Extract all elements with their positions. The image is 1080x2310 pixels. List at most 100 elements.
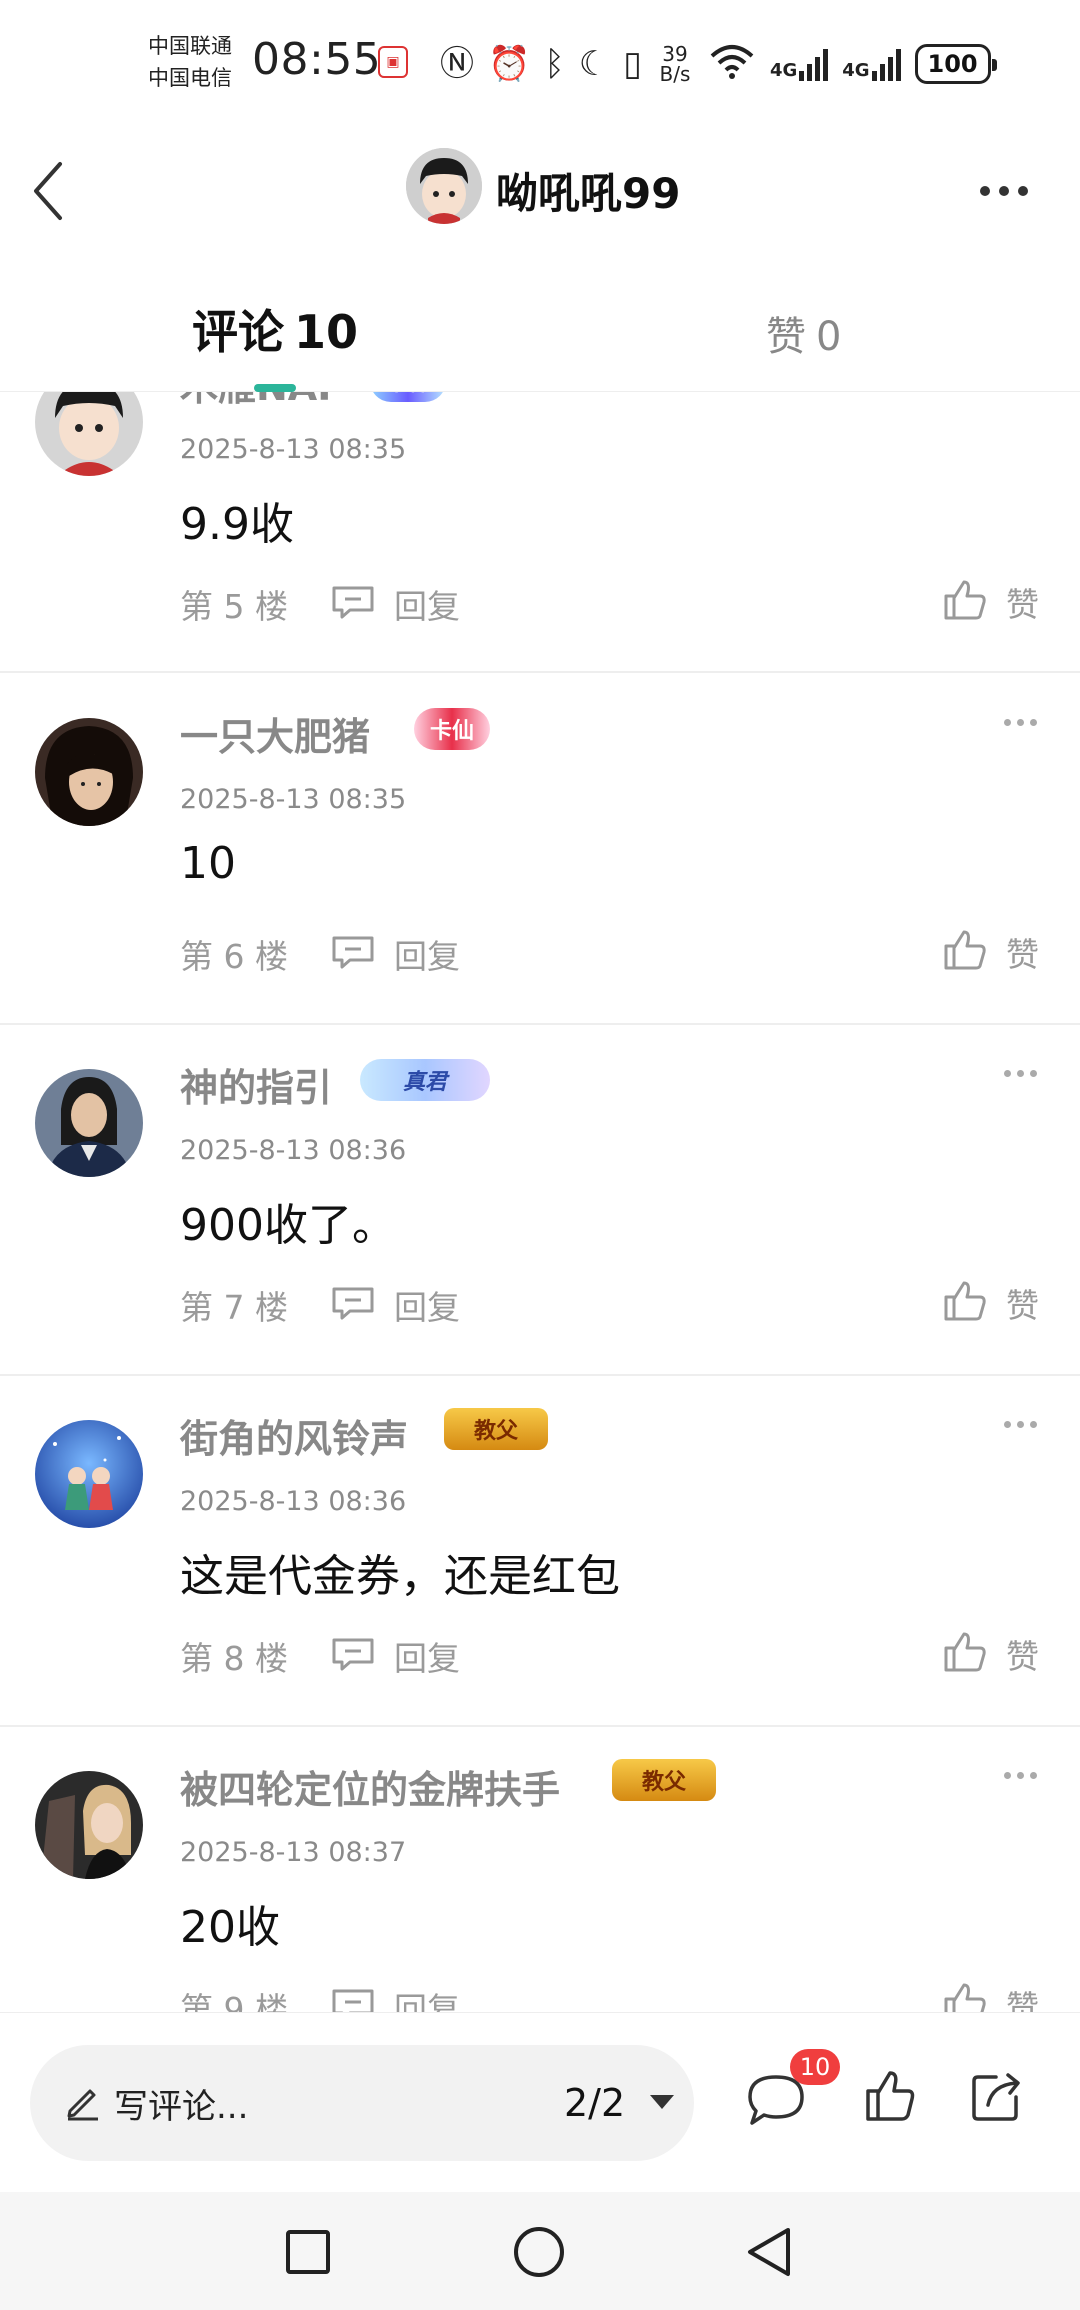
comment-item: 一只大肥猪 卡仙 2025-8-13 08:35 10 第 6 楼 回复 赞 [0,674,1080,1025]
tab-comments-count: 10 [294,305,359,359]
reply-button[interactable]: 回复 [394,1983,460,2012]
avatar[interactable] [35,1420,143,1528]
carrier-1: 中国联通 [148,34,232,58]
status-bar: 中国联通 中国电信 08:55 ▣ Ⓝ ⏰ ᛒ ☾ ▯ 39 B/s 4G 4G… [0,0,1080,120]
wifi-icon [708,42,756,86]
like-button[interactable]: 赞 [1006,1981,1039,2012]
reply-icon[interactable] [330,1636,376,1672]
system-nav-bar [0,2192,1080,2310]
status-icons: Ⓝ ⏰ ᛒ ☾ ▯ 39 B/s 4G 4G 100 [440,38,997,90]
floor-number: 第 8 楼 [180,1639,288,1678]
comment-content: 20收 [180,1902,280,1953]
avatar[interactable] [35,718,143,826]
user-badge: 真君 [360,1059,490,1101]
home-button[interactable] [514,2227,564,2277]
avatar[interactable] [35,1771,143,1879]
comment-footer: 第 6 楼 回复 赞 [180,926,1040,976]
comment-list[interactable]: 木雁NAF 卡神 2025-8-13 08:35 9.9收 第 5 楼 回复 赞… [0,392,1080,2012]
page-title: 呦吼吼99 [496,169,681,218]
comment-timestamp: 2025-8-13 08:35 [180,434,407,465]
like-button[interactable]: 赞 [1006,928,1039,976]
comment-more-button[interactable] [1004,1418,1040,1430]
clock: 08:55 [252,34,382,85]
reply-icon[interactable] [330,584,376,620]
comment-more-button[interactable] [1004,1769,1040,1781]
signal-4g-2-icon: 4G [842,47,901,81]
caret-down-icon[interactable] [650,2095,674,2109]
comment-content: 9.9收 [180,499,294,550]
alarm-icon: ⏰ [488,44,531,84]
thumbs-up-icon[interactable] [942,1628,988,1674]
comment-more-button[interactable] [1004,716,1040,728]
avatar[interactable] [35,392,143,476]
battery-level: 100 [927,50,978,78]
carrier-info: 中国联通 中国电信 [148,30,232,94]
user-badge: 卡神 [370,392,447,402]
like-button[interactable]: 赞 [1006,1630,1039,1678]
comment-item: 木雁NAF 卡神 2025-8-13 08:35 9.9收 第 5 楼 回复 赞 [0,392,1080,673]
comment-footer: 第 9 楼 回复 赞 [180,1979,1040,2012]
like-button[interactable]: 赞 [1006,1279,1039,1327]
do-not-disturb-icon: ☾ [578,44,610,84]
more-options-button[interactable] [980,176,1036,206]
comment-timestamp: 2025-8-13 08:36 [180,1135,407,1166]
vibrate-icon: ▯ [623,44,642,84]
back-button[interactable] [28,156,68,226]
net-speed: 39 B/s [656,44,694,84]
thumbs-up-icon[interactable] [942,1979,988,2012]
battery-icon: 100 [914,44,997,84]
tab-likes-count: 0 [816,314,842,360]
comment-username[interactable]: 一只大肥猪 [180,706,370,761]
comment-content: 900收了。 [180,1200,396,1251]
avatar[interactable] [406,148,482,224]
signal-4g-1-icon: 4G [769,47,829,81]
reply-button[interactable]: 回复 [394,1632,460,1680]
reply-icon[interactable] [330,934,376,970]
nfc-icon: Ⓝ [440,44,474,84]
comment-item: 被四轮定位的金牌扶手 教父 2025-8-13 08:37 20收 第 9 楼 … [0,1727,1080,2012]
reply-button[interactable]: 回复 [394,580,460,628]
tab-comments[interactable]: 评论 10 [192,296,358,362]
reply-icon[interactable] [330,1285,376,1321]
reply-button[interactable]: 回复 [394,1281,460,1329]
comment-timestamp: 2025-8-13 08:35 [180,784,407,815]
user-badge: 卡仙 [414,708,491,750]
thumbs-up-icon[interactable] [942,576,988,622]
net-type-2: 4G [842,60,870,81]
reply-button[interactable]: 回复 [394,930,460,978]
comment-username[interactable]: 神的指引 [180,1057,332,1112]
comment-more-button[interactable] [1004,1067,1040,1079]
user-badge: 教父 [612,1759,716,1801]
app-notification-icon: ▣ [378,46,408,78]
thumbs-up-icon[interactable] [942,926,988,972]
share-icon[interactable] [968,2067,1026,2125]
comment-footer: 第 8 楼 回复 赞 [180,1628,1040,1678]
tab-active-indicator [254,384,296,392]
page-indicator[interactable]: 2/2 [564,2081,625,2125]
avatar[interactable] [35,1069,143,1177]
comment-content: 10 [180,838,236,889]
comment-username[interactable]: 木雁NAF [180,392,343,411]
thumbs-up-icon[interactable] [942,1277,988,1323]
like-button[interactable]: 赞 [1006,578,1039,626]
nav-back-button[interactable] [744,2226,794,2278]
pen-icon [67,2089,98,2121]
floor-number: 第 5 楼 [180,587,288,626]
comment-content: 这是代金券，还是红包 [180,1551,620,1602]
comment-timestamp: 2025-8-13 08:36 [180,1486,407,1517]
comment-timestamp: 2025-8-13 08:37 [180,1837,407,1868]
thumbs-up-icon[interactable] [864,2067,916,2123]
reply-icon[interactable] [330,1987,376,2012]
comment-username[interactable]: 被四轮定位的金牌扶手 [180,1759,560,1814]
comment-input[interactable]: 写评论... 2/2 [30,2045,694,2161]
tab-likes[interactable]: 赞0 [766,304,841,362]
net-speed-unit: B/s [659,62,691,86]
recent-apps-button[interactable] [286,2230,330,2274]
comment-action-bar: 写评论... 2/2 10 [0,2012,1080,2192]
floor-number: 第 9 楼 [180,1990,288,2012]
comment-item: 街角的风铃声 教父 2025-8-13 08:36 这是代金券，还是红包 第 8… [0,1376,1080,1727]
comment-username[interactable]: 街角的风铃声 [180,1408,408,1463]
floor-number: 第 6 楼 [180,937,288,976]
net-type-1: 4G [769,60,798,81]
user-badge: 教父 [444,1408,548,1450]
